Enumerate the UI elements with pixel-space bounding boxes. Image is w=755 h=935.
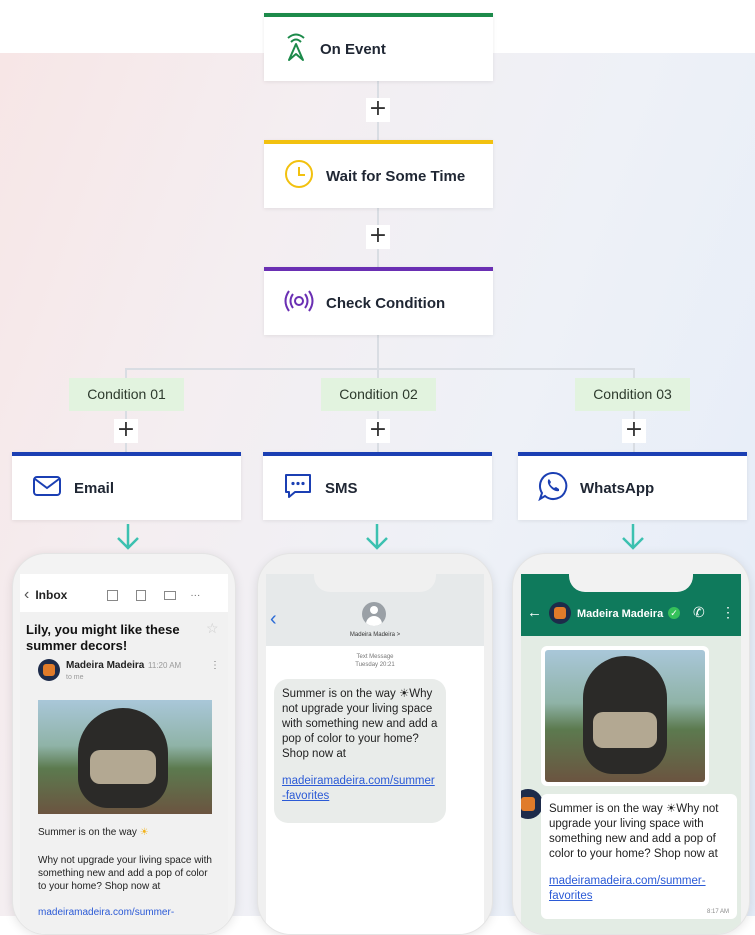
email-screen: ‹ Inbox ··· Lily, you might like these s… <box>20 574 228 934</box>
check-condition-node[interactable]: Check Condition <box>264 267 493 335</box>
node-label: SMS <box>325 479 358 497</box>
sms-bubble: Summer is on the way ☀Why not upgrade yo… <box>274 679 446 823</box>
sms-screen: ‹ Madeira Madeira > Text Message Tuesday… <box>266 574 484 934</box>
whatsapp-screen: ← Madeira Madeira ✓ ✆ ⋮ Summer is on the… <box>521 574 741 934</box>
whatsapp-phone-mockup: ← Madeira Madeira ✓ ✆ ⋮ Summer is on the… <box>512 553 750 935</box>
contact-name[interactable]: Madeira Madeira > <box>266 632 484 638</box>
email-toolbar: ‹ Inbox ··· <box>24 586 200 604</box>
condition-label: Condition 01 <box>69 378 184 411</box>
email-subject: Lily, you might like these summer decors… <box>26 622 180 653</box>
node-label: On Event <box>320 40 386 58</box>
connector <box>125 368 635 370</box>
star-icon[interactable]: ☆ <box>206 620 219 637</box>
node-label: Wait for Some Time <box>326 167 466 185</box>
arrow-down-icon <box>117 524 139 550</box>
node-label: Email <box>74 479 115 497</box>
verified-icon: ✓ <box>668 607 680 619</box>
sender-name: Madeira Madeira <box>66 660 145 671</box>
sms-phone-mockup: ‹ Madeira Madeira > Text Message Tuesday… <box>257 553 493 935</box>
image-message <box>541 646 709 786</box>
sms-message: Summer is on the way ☀Why not upgrade yo… <box>282 688 438 760</box>
sender-avatar <box>38 659 60 681</box>
arrow-left-icon[interactable]: ← <box>527 604 542 621</box>
add-step-button[interactable]: + <box>366 98 390 122</box>
condition-label: Condition 02 <box>321 378 436 411</box>
whatsapp-message: Summer is on the way ☀Why not upgrade yo… <box>549 803 719 860</box>
arrow-down-icon <box>366 524 388 550</box>
chevron-left-icon[interactable]: ‹ <box>270 608 277 631</box>
broadcast-icon <box>284 32 308 67</box>
mail-icon[interactable] <box>164 590 177 600</box>
message-time: 8:17 AM <box>706 909 729 915</box>
notch <box>314 574 436 592</box>
email-link[interactable]: madeiramadeira.com/summer- <box>38 907 174 918</box>
node-label: WhatsApp <box>580 479 655 497</box>
add-step-button[interactable]: + <box>622 419 646 443</box>
product-image <box>545 650 705 782</box>
email-body-line-2: Why not upgrade your living space with s… <box>38 855 212 892</box>
more-vertical-icon[interactable]: ⋮ <box>721 604 735 621</box>
chevron-left-icon[interactable]: ‹ <box>24 586 29 604</box>
sms-node[interactable]: SMS <box>263 452 492 520</box>
signal-icon <box>284 289 314 318</box>
sender-avatar <box>521 789 543 819</box>
email-phone-mockup: ‹ Inbox ··· Lily, you might like these s… <box>12 553 236 935</box>
sun-icon: ☀ <box>139 827 149 838</box>
connector <box>377 335 379 369</box>
node-label: Check Condition <box>326 294 446 312</box>
whatsapp-node[interactable]: WhatsApp <box>518 452 747 520</box>
contact-avatar <box>362 602 386 626</box>
mail-icon <box>32 474 62 503</box>
condition-label: Condition 03 <box>575 378 690 411</box>
wait-node[interactable]: Wait for Some Time <box>264 140 493 208</box>
add-step-button[interactable]: + <box>114 419 138 443</box>
email-node[interactable]: Email <box>12 452 241 520</box>
trash-icon[interactable] <box>136 589 147 601</box>
arrow-down-icon <box>622 524 644 550</box>
email-time: 11:20 AM <box>148 661 182 670</box>
contact-avatar <box>549 602 571 624</box>
more-icon[interactable]: ··· <box>190 590 200 601</box>
on-event-node[interactable]: On Event <box>264 13 493 81</box>
inbox-label[interactable]: Inbox <box>35 588 67 602</box>
email-to: to me <box>66 674 84 681</box>
clock-icon <box>284 159 314 194</box>
add-step-button[interactable]: + <box>366 419 390 443</box>
add-step-button[interactable]: + <box>366 225 390 249</box>
sms-link[interactable]: madeiramadeira.com/summer-favorites <box>282 774 438 804</box>
product-image <box>38 700 212 814</box>
contact-name[interactable]: Madeira Madeira <box>577 608 663 620</box>
whatsapp-icon <box>538 471 568 506</box>
chat-bubble-icon <box>283 472 313 505</box>
email-body-line-1: Summer is on the way ☀ <box>38 827 149 838</box>
more-vertical-icon[interactable]: ⋮ <box>210 660 220 671</box>
sms-meta-1: Text Message <box>356 654 394 660</box>
whatsapp-link[interactable]: madeiramadeira.com/summer-favorites <box>549 874 714 904</box>
sms-meta-2: Tuesday 20:21 <box>355 662 395 668</box>
notch <box>569 574 693 592</box>
add-call-icon[interactable]: ✆ <box>693 604 705 621</box>
archive-icon[interactable] <box>107 589 119 601</box>
text-message: Summer is on the way ☀Why not upgrade yo… <box>541 794 737 919</box>
